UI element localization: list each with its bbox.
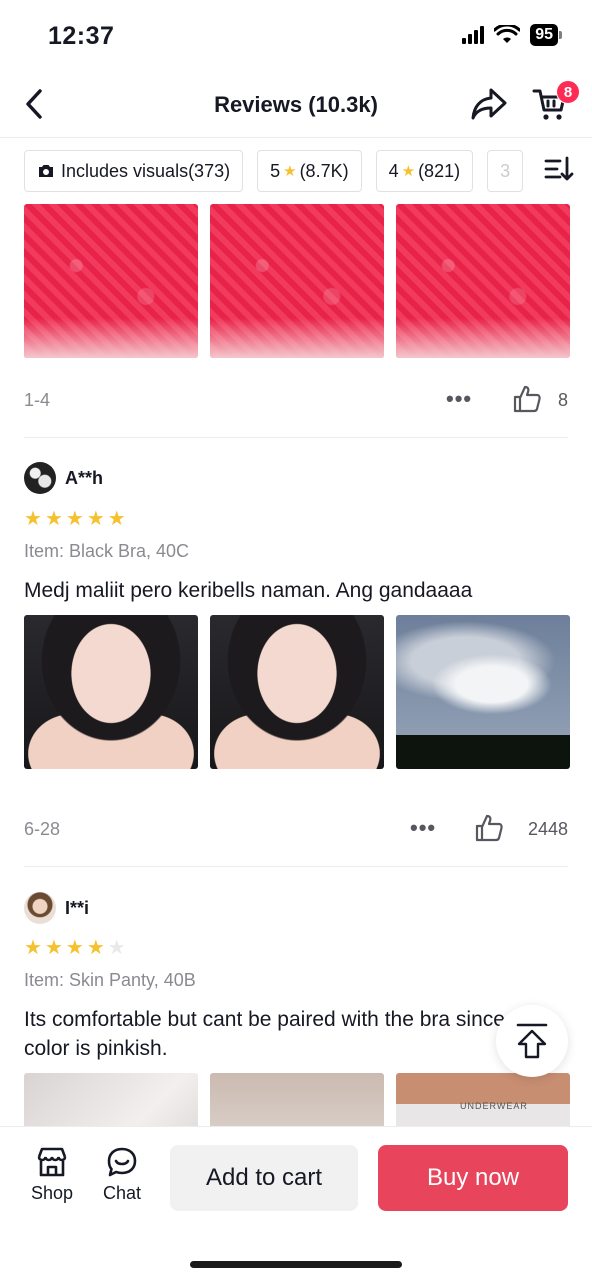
star-icon: ★ bbox=[86, 508, 105, 530]
scroll-to-top-button[interactable] bbox=[496, 1005, 568, 1077]
filter-5-star[interactable]: 5 ★ (8.7K) bbox=[257, 150, 362, 192]
thumbs-up-icon[interactable] bbox=[512, 384, 542, 414]
star-icon: ★ bbox=[44, 937, 63, 959]
filter-3-star[interactable]: 3 bbox=[487, 150, 524, 192]
signal-icon bbox=[462, 26, 485, 44]
reviewer[interactable]: I**i bbox=[24, 892, 89, 924]
package-label: UNDERWEAR bbox=[460, 1101, 528, 1111]
filter-includes-visuals[interactable]: Includes visuals(373) bbox=[24, 150, 244, 192]
review-date: 6-28 bbox=[24, 819, 61, 839]
like-count: 2448 bbox=[527, 819, 568, 839]
filter-rating: 5 bbox=[270, 160, 281, 181]
star-icon: ★ bbox=[24, 937, 42, 959]
review-text: Medj maliit pero keribells naman. Ang ga… bbox=[24, 579, 473, 602]
filter-count: (8.7K) bbox=[299, 160, 349, 181]
status-bar: 12:37 95 bbox=[0, 0, 592, 70]
star-icon: ★ bbox=[86, 937, 105, 959]
status-time: 12:37 bbox=[48, 22, 115, 50]
chat-label: Chat bbox=[102, 1183, 142, 1203]
review-photo[interactable] bbox=[210, 615, 384, 769]
chat-icon bbox=[107, 1147, 137, 1177]
review-meta: 6-28 ••• 2448 bbox=[24, 813, 568, 845]
header: Reviews (10.3k) bbox=[0, 70, 592, 138]
star-icon: ★ bbox=[24, 508, 42, 530]
star-empty-icon: ★ bbox=[107, 937, 126, 959]
star-icon: ★ bbox=[401, 163, 416, 180]
shop-icon bbox=[37, 1147, 67, 1177]
star-icon: ★ bbox=[65, 508, 84, 530]
review-meta: 1-4 ••• 8 bbox=[24, 384, 568, 416]
filter-count: (821) bbox=[418, 160, 461, 181]
avatar[interactable] bbox=[24, 462, 56, 494]
share-button[interactable] bbox=[470, 86, 508, 122]
sort-icon bbox=[544, 156, 574, 181]
shop-label: Shop bbox=[30, 1183, 74, 1203]
buy-now-button[interactable]: Buy now bbox=[378, 1145, 568, 1211]
home-indicator[interactable] bbox=[190, 1261, 402, 1268]
more-options-button[interactable]: ••• bbox=[446, 386, 472, 412]
filter-label: Includes visuals(373) bbox=[61, 160, 231, 181]
review-item: Item: Skin Panty, 40B bbox=[24, 970, 196, 990]
star-icon: ★ bbox=[283, 163, 297, 180]
review-photo[interactable] bbox=[24, 204, 198, 358]
divider bbox=[24, 437, 568, 438]
divider bbox=[24, 866, 568, 867]
shop-button[interactable]: Shop bbox=[22, 1145, 82, 1204]
review-photos bbox=[24, 204, 570, 358]
review-photo[interactable] bbox=[396, 615, 570, 769]
review-item: Item: Black Bra, 40C bbox=[24, 541, 190, 561]
battery-level: 95 bbox=[530, 24, 558, 46]
reviewer-name: I**i bbox=[65, 897, 90, 918]
review-photo[interactable] bbox=[210, 204, 384, 358]
cart-count-badge: 8 bbox=[556, 80, 580, 104]
status-icons: 95 bbox=[462, 24, 562, 46]
arrow-up-icon bbox=[516, 1023, 548, 1059]
filter-bar: Includes visuals(373) 5 ★ (8.7K) 4 ★ (82… bbox=[24, 150, 538, 192]
chat-button[interactable]: Chat bbox=[92, 1145, 152, 1204]
filter-4-star[interactable]: 4 ★ (821) bbox=[375, 150, 474, 192]
camera-icon bbox=[39, 165, 53, 177]
review-photo[interactable] bbox=[24, 615, 198, 769]
thumbs-up-icon[interactable] bbox=[474, 813, 504, 843]
reviewer[interactable]: A**h bbox=[24, 462, 103, 494]
battery-icon: 95 bbox=[530, 24, 562, 46]
wifi-icon bbox=[494, 25, 521, 43]
reviewer-name: A**h bbox=[65, 467, 104, 488]
review-text: Its comfortable but cant be paired with … bbox=[24, 1008, 540, 1060]
bottom-action-bar: Shop Chat Add to cart Buy now bbox=[0, 1126, 592, 1280]
share-icon bbox=[471, 88, 507, 120]
review-photos bbox=[24, 615, 570, 769]
review-date: 1-4 bbox=[24, 390, 51, 410]
filter-rating: 3 bbox=[500, 160, 511, 181]
sort-button[interactable] bbox=[544, 155, 576, 187]
review-photo[interactable] bbox=[396, 204, 570, 358]
more-options-button[interactable]: ••• bbox=[410, 815, 436, 841]
avatar[interactable] bbox=[24, 892, 56, 924]
star-icon: ★ bbox=[107, 508, 126, 530]
add-to-cart-button[interactable]: Add to cart bbox=[170, 1145, 358, 1211]
star-icon: ★ bbox=[44, 508, 63, 530]
filter-rating: 4 bbox=[388, 160, 399, 181]
star-icon: ★ bbox=[65, 937, 84, 959]
like-count: 8 bbox=[557, 390, 568, 410]
star-rating: ★ ★ ★ ★ ★ bbox=[24, 935, 126, 960]
star-rating: ★ ★ ★ ★ ★ bbox=[24, 506, 126, 531]
